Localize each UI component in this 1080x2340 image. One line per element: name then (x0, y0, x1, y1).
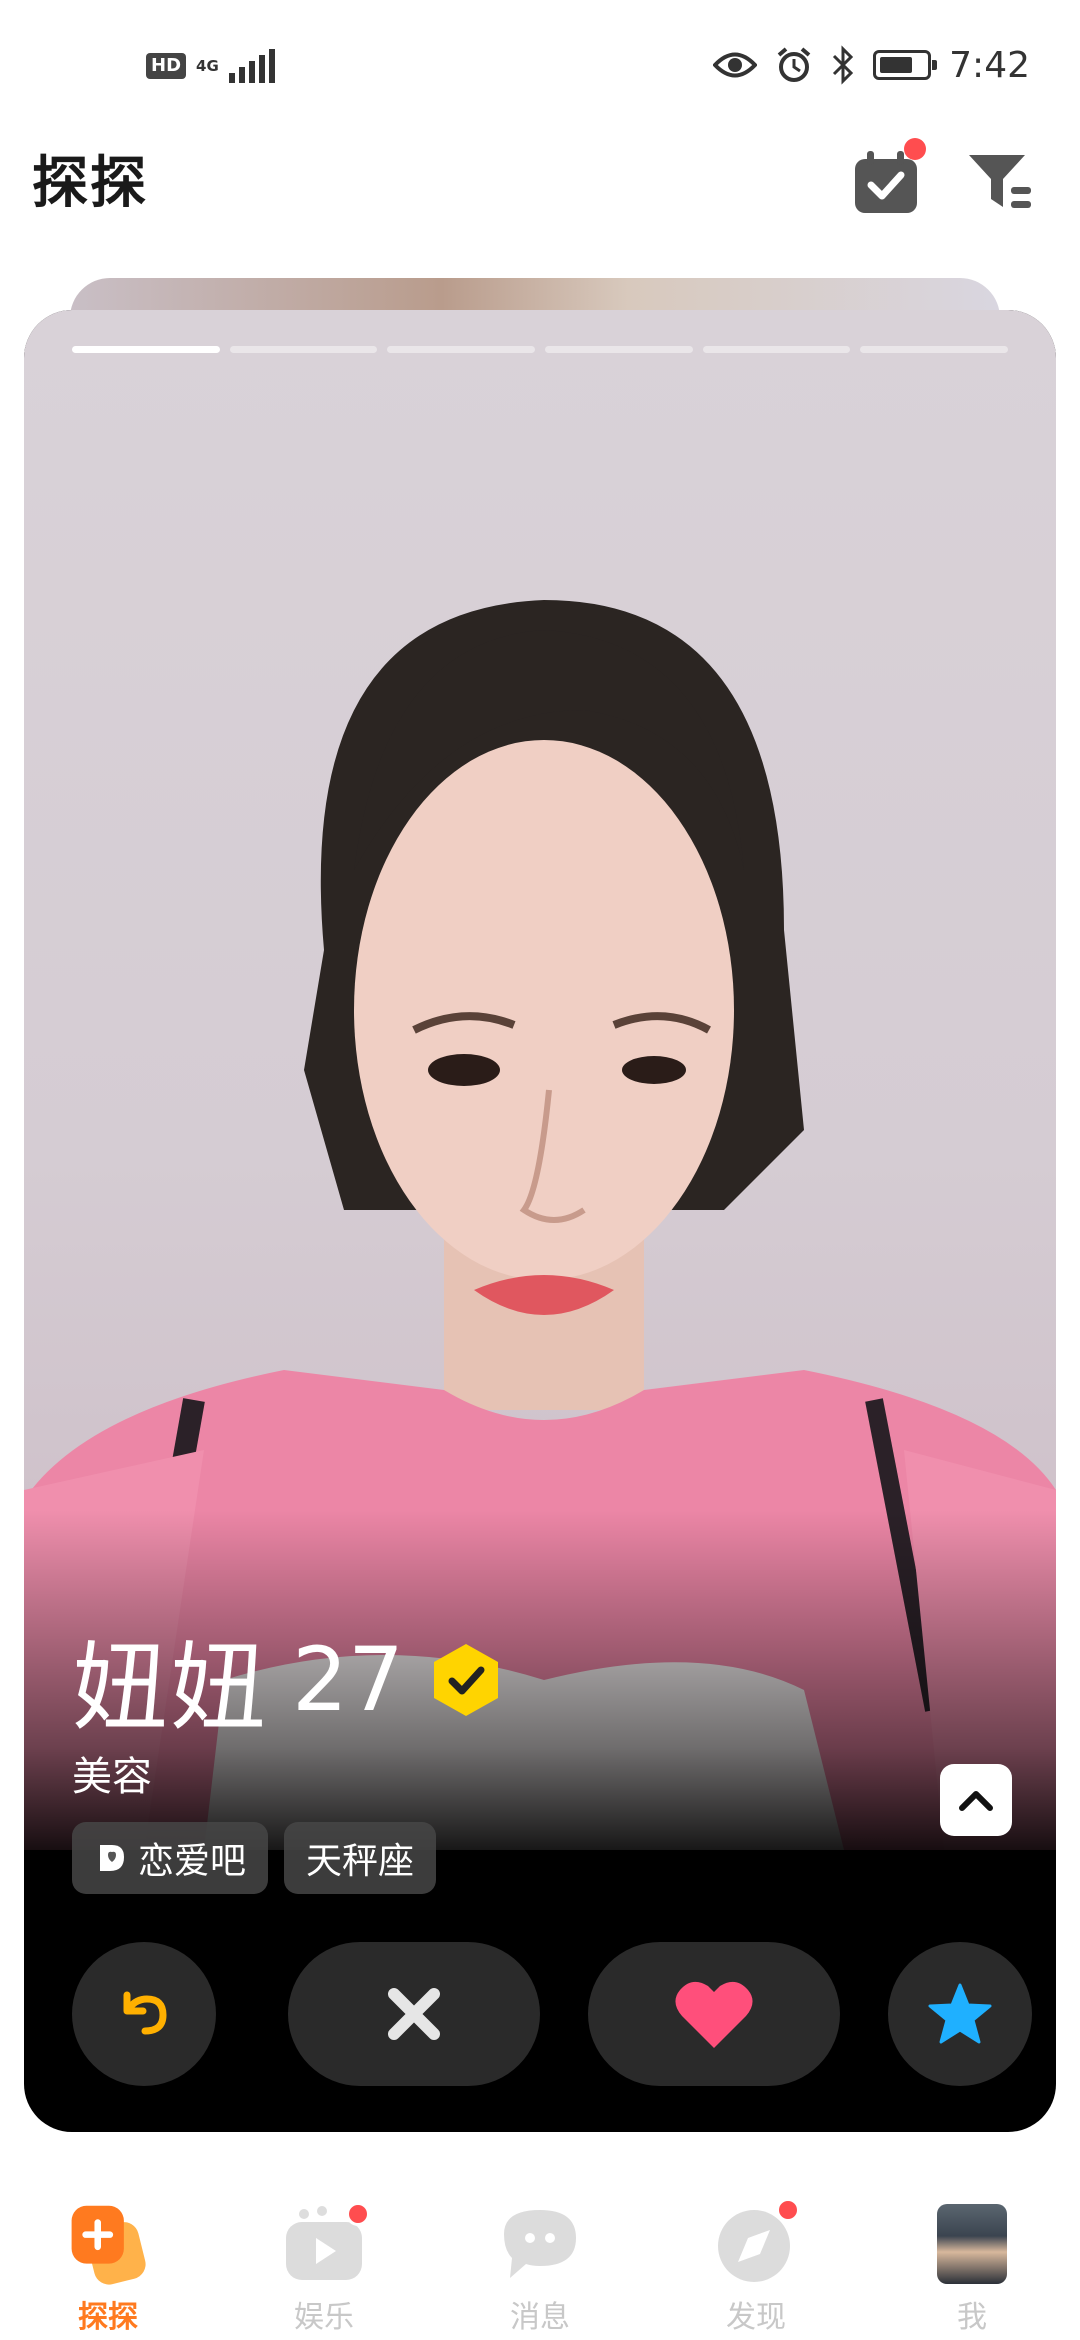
status-right: 7:42 (713, 40, 1030, 90)
nav-label: 发现 (726, 2300, 786, 2335)
chat-icon (498, 2202, 582, 2286)
checkin-button[interactable] (844, 138, 928, 224)
progress-segment (702, 346, 851, 353)
undo-icon (123, 1991, 167, 2035)
chevron-up-icon (959, 1791, 993, 1811)
expand-profile-button[interactable] (940, 1764, 1012, 1836)
top-bar: 探探 (0, 130, 1080, 240)
photo-progress (72, 346, 1009, 354)
signal-icon (228, 49, 275, 83)
nav-item-messages[interactable]: 消息 (432, 2176, 648, 2340)
tantan-icon (66, 2202, 150, 2286)
page-title: 探探 (32, 151, 148, 216)
bluetooth-icon (833, 45, 854, 85)
status-bar: HD 4G 7:42 (0, 0, 1080, 130)
nav-label: 我 (957, 2300, 987, 2335)
calendar-check-icon (855, 151, 917, 213)
star-icon (928, 1983, 992, 2044)
nav-label: 探探 (78, 2300, 138, 2335)
tag-label: 恋爱吧 (138, 1841, 247, 1882)
status-left: HD 4G (146, 44, 275, 88)
tag-label: 天秤座 (306, 1841, 415, 1882)
battery-icon (873, 50, 938, 80)
network-label: 4G (196, 57, 219, 75)
clock: 7:42 (949, 44, 1030, 86)
progress-segment (545, 346, 693, 353)
action-bar (72, 1942, 1032, 2086)
close-icon (388, 1988, 440, 2040)
network-type: 4G (196, 58, 219, 74)
nav-item-discover[interactable]: 发现 (648, 2176, 864, 2340)
heart-icon (675, 1981, 753, 2048)
superlike-button[interactable] (888, 1942, 1032, 2086)
avatar (930, 2202, 1014, 2286)
progress-segment (860, 346, 1009, 353)
profile-name: 妞妞 (72, 1632, 268, 1744)
nav-item-tantan[interactable]: 探探 (0, 2176, 216, 2340)
dislike-button[interactable] (288, 1942, 540, 2086)
nav-item-entertainment[interactable]: 娱乐 (216, 2176, 432, 2340)
nav-label: 娱乐 (294, 2300, 354, 2335)
profile-name-row: 妞妞 27 (72, 1610, 504, 1749)
notification-dot (904, 138, 926, 160)
progress-segment (229, 346, 378, 353)
love-group-icon (100, 1845, 124, 1871)
profile-occupation: 美容 (72, 1754, 152, 1800)
notification-dot (776, 2198, 800, 2222)
tag-group[interactable]: 恋爱吧 (72, 1822, 269, 1894)
filter-icon (969, 155, 1031, 208)
progress-segment (72, 346, 220, 353)
compass-icon (714, 2198, 800, 2286)
bottom-nav: 探探 娱乐 消息 发现 我 (0, 2176, 1080, 2340)
hd-indicator: HD (146, 53, 187, 79)
undo-button[interactable] (72, 1942, 216, 2086)
notification-dot (346, 2202, 370, 2226)
progress-segment (387, 346, 536, 353)
tag-zodiac[interactable]: 天秤座 (284, 1822, 437, 1894)
play-icon (282, 2202, 370, 2286)
nav-label: 消息 (510, 2300, 570, 2335)
verified-badge-icon (433, 1643, 498, 1716)
user-avatar (937, 2204, 1007, 2284)
like-button[interactable] (588, 1942, 840, 2086)
profile-age: 27 (292, 1628, 404, 1731)
profile-tags: 恋爱吧 天秤座 (72, 1822, 437, 1894)
eye-icon (713, 52, 758, 78)
nav-item-me[interactable]: 我 (864, 2176, 1080, 2340)
profile-card[interactable]: 妞妞 27 美容 恋爱吧 天秤座 (24, 310, 1056, 2132)
filter-button[interactable] (958, 140, 1042, 224)
alarm-icon (777, 47, 811, 82)
